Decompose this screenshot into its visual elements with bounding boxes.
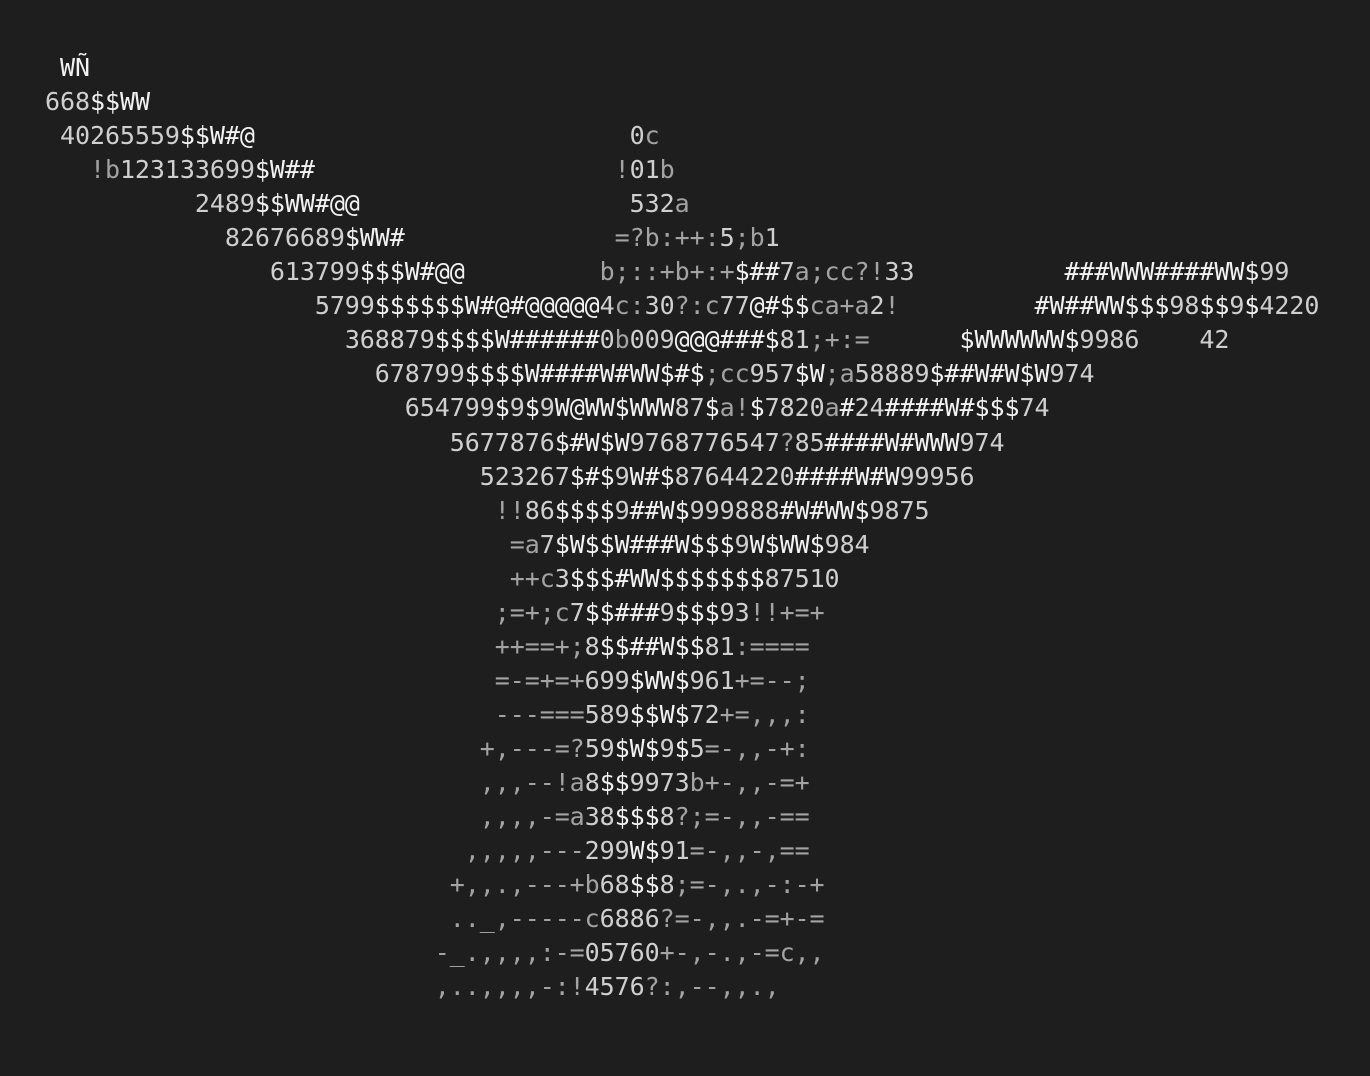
art-line: .._,-----c6886?=-,,.-=+-= — [449, 904, 825, 934]
art-line: 654799$9$9W@WW$WWW87$a!$7820a#24####W#$$… — [404, 393, 1050, 423]
art-line: ,..,,,,-:!4576?:,--,,., — [434, 972, 780, 1002]
ascii-art-canvas: WÑ 668$$WW 40265559$$W#@ 0c !b123133699$… — [0, 51, 1319, 1004]
art-line: !b123133699$W## !01b — [89, 155, 675, 185]
art-line: ,,,,,---299W$91=-,,-,== — [464, 836, 810, 866]
art-line: ,,,,-=a38$$$8?;=-,,-== — [479, 802, 810, 832]
art-line: =a7$W$$W###W$$$9W$WW$984 — [509, 529, 870, 559]
art-line: 523267$#$9W#$87644220####W#W99956 — [479, 461, 975, 491]
art-line: ++c3$$$#WW$$$$$$$87510 — [509, 563, 840, 593]
art-line: =-=+=+699$WW$961+=--; — [494, 665, 810, 695]
art-line: ,,,--!a8$$9973b+-,,-=+ — [479, 767, 810, 797]
art-line: !!86$$$$9##W$999888#W#WW$9875 — [494, 495, 930, 525]
art-line: WÑ — [59, 53, 90, 82]
art-line: ++==+;8$$##W$$81:==== — [494, 631, 810, 661]
art-line: ;=+;c7$$###9$$$93!!+=+ — [494, 597, 825, 627]
art-line: 668$$WW — [44, 87, 150, 117]
art-line: +,---=?59$W$9$5=-,,-+: — [479, 733, 810, 763]
art-line: 678799$$$$W####W#WW$#$;cc957$W;a58889$##… — [374, 359, 1095, 389]
art-line: ---===589$$W$72+=,,,: — [494, 699, 810, 729]
art-line: +,,.,---+b68$$8;=-,.,-:-+ — [449, 870, 825, 900]
art-line: 5799$$$$$$W#@#@@@@@4c:30?:c77@#$$ca+a2! … — [314, 291, 1320, 321]
art-line: 82676689$WW# =?b:++:5;b1 — [224, 223, 780, 253]
art-line: 5677876$#W$W9768776547?85####W#WWW974 — [449, 427, 1005, 457]
art-line: 613799$$$W#@@ b;::+b+:+$##7a;cc?!33 ###W… — [269, 257, 1290, 287]
art-line: 2489$$WW#@@ 532a — [194, 189, 690, 219]
art-line: 40265559$$W#@ 0c — [59, 121, 660, 151]
art-line: 368879$$$$W######0b009@@@###$81;+:= $WWW… — [344, 325, 1230, 355]
art-line: -_.,,,,:-=05760+-,-.,-=c,, — [434, 938, 825, 968]
